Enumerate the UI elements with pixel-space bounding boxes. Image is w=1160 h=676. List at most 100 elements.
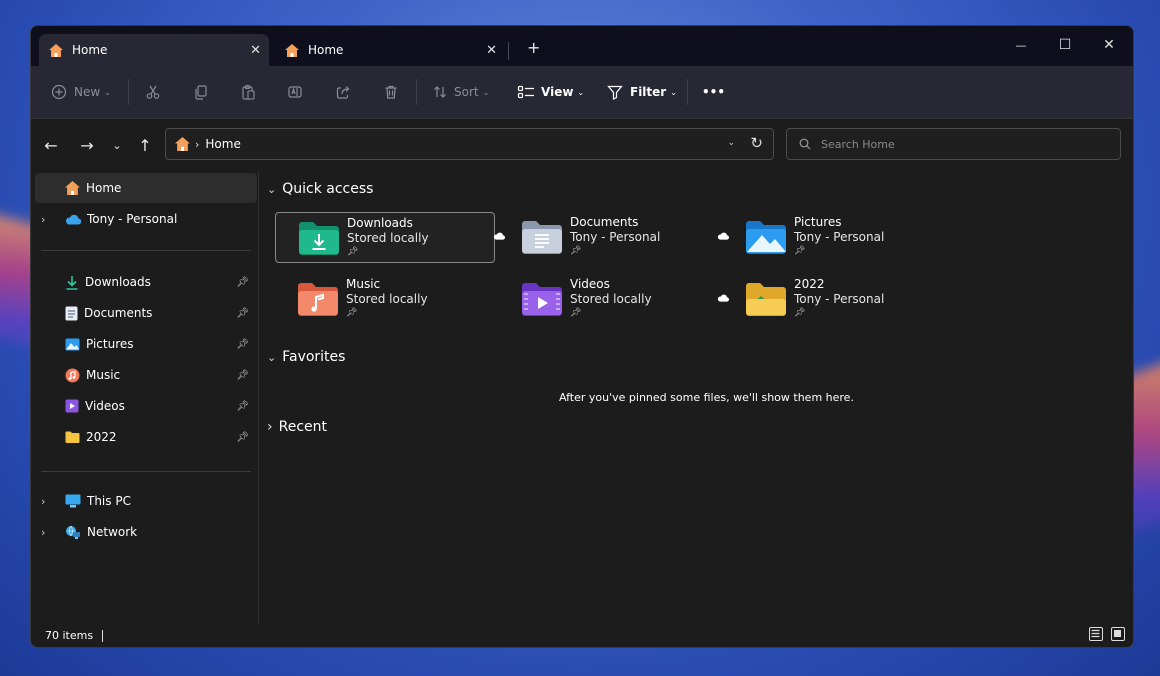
tab-home-2[interactable]: Home ✕ <box>275 34 505 66</box>
sort-button[interactable]: Sort ⌄ <box>432 80 489 104</box>
sidebar-item-2022[interactable]: 2022 📌︎ <box>35 422 257 452</box>
paste-button[interactable] <box>240 80 256 104</box>
quick-access-2022[interactable]: 2022 Tony - Personal 📌︎ <box>717 274 943 325</box>
rename-button[interactable] <box>287 80 303 104</box>
close-tab-icon[interactable]: ✕ <box>250 43 261 58</box>
home-icon <box>49 43 63 57</box>
tile-name: Downloads <box>347 216 413 230</box>
minimize-button[interactable]: — <box>1001 32 1041 58</box>
pin-icon[interactable]: 📌︎ <box>236 401 249 412</box>
sidebar-item-label: This PC <box>87 494 131 508</box>
cmd-separator <box>416 79 417 105</box>
recent-header[interactable]: › Recent <box>267 419 327 435</box>
quick-access-documents[interactable]: Documents Tony - Personal 📌︎ <box>493 212 719 263</box>
sidebar-item-network[interactable]: › Network <box>35 517 257 547</box>
sidebar-item-this-pc[interactable]: › This PC <box>35 486 257 516</box>
chevron-right-icon[interactable]: › <box>41 495 45 508</box>
pin-icon[interactable]: 📌︎ <box>236 277 249 288</box>
sidebar-item-label: Music <box>86 368 121 382</box>
search-box[interactable] <box>786 128 1121 160</box>
cut-button[interactable] <box>145 80 161 104</box>
pin-icon[interactable]: 📌︎ <box>236 339 249 350</box>
quick-access-downloads[interactable]: Downloads Stored locally 📌︎ <box>275 212 495 263</box>
chevron-down-icon: ⌄ <box>267 182 277 196</box>
sidebar-item-label: Home <box>86 181 122 195</box>
tile-name: Videos <box>570 277 610 291</box>
list-lines-icon <box>1091 629 1100 638</box>
pane-divider[interactable] <box>258 171 259 624</box>
tile-location: Tony - Personal <box>794 292 885 306</box>
share-icon <box>336 86 350 99</box>
folder-icon <box>65 431 80 443</box>
more-options-button[interactable]: ••• <box>702 80 725 104</box>
view-icon <box>517 85 534 99</box>
maximize-button[interactable]: ☐ <box>1045 32 1085 58</box>
status-bar: 70 items <box>31 624 1133 647</box>
sidebar-item-music[interactable]: Music 📌︎ <box>35 360 257 390</box>
home-icon <box>285 43 299 57</box>
sidebar-item-downloads[interactable]: Downloads 📌︎ <box>35 267 257 297</box>
cloud-icon <box>717 294 729 302</box>
breadcrumb-home[interactable]: Home <box>205 137 240 151</box>
delete-button[interactable] <box>383 80 399 104</box>
video-icon <box>65 399 79 413</box>
quick-access-pictures[interactable]: Pictures Tony - Personal 📌︎ <box>717 212 943 263</box>
sidebar-item-pictures[interactable]: Pictures 📌︎ <box>35 329 257 359</box>
pictures-folder-icon <box>746 221 786 254</box>
new-button[interactable]: New ⌄ <box>51 80 111 104</box>
up-button[interactable]: ↑ <box>133 133 157 157</box>
chevron-right-icon[interactable]: › <box>41 213 45 226</box>
item-count: 70 items <box>45 629 94 642</box>
sidebar-item-videos[interactable]: Videos 📌︎ <box>35 391 257 421</box>
chevron-down-icon: ⌄ <box>104 87 111 97</box>
filter-icon <box>607 85 623 100</box>
download-icon <box>66 275 78 290</box>
pin-icon: 📌︎ <box>570 246 582 256</box>
sidebar-item-label: Network <box>87 525 138 539</box>
pin-icon: 📌︎ <box>346 308 358 318</box>
favorites-header[interactable]: ⌄ Favorites <box>267 349 345 365</box>
sidebar-item-onedrive[interactable]: › Tony - Personal <box>35 204 257 234</box>
quick-access-videos[interactable]: Videos Stored locally 📌︎ <box>499 274 719 325</box>
pin-icon: 📌︎ <box>347 247 359 257</box>
recent-locations-button[interactable]: ⌄ <box>105 133 129 157</box>
favorites-empty-message: After you've pinned some files, we'll sh… <box>559 391 854 404</box>
quick-access-music[interactable]: Music Stored locally 📌︎ <box>275 274 495 325</box>
forward-button[interactable]: → <box>75 133 99 157</box>
pin-icon[interactable]: 📌︎ <box>236 432 249 443</box>
scissors-icon <box>146 85 160 99</box>
breadcrumb-separator-icon: › <box>195 137 200 151</box>
cmd-separator <box>128 79 129 105</box>
new-tab-icon[interactable]: + <box>527 38 540 57</box>
close-icon: ✕ <box>1103 37 1115 53</box>
view-button[interactable]: View ⌄ <box>517 80 584 104</box>
sidebar-item-documents[interactable]: Documents 📌︎ <box>35 298 257 328</box>
tile-name: 2022 <box>794 277 825 291</box>
back-button[interactable]: ← <box>39 133 63 157</box>
search-input[interactable] <box>819 136 1103 152</box>
chevron-down-icon[interactable]: ⌄ <box>727 138 735 148</box>
pin-icon[interactable]: 📌︎ <box>236 308 249 319</box>
search-icon <box>799 138 811 150</box>
details-view-icon[interactable] <box>1089 627 1103 641</box>
close-window-button[interactable]: ✕ <box>1089 32 1129 58</box>
copy-button[interactable] <box>193 80 209 104</box>
home-icon <box>175 137 190 151</box>
sidebar-item-home[interactable]: Home <box>35 173 257 203</box>
pin-icon[interactable]: 📌︎ <box>236 370 249 381</box>
refresh-icon[interactable]: ↻ <box>750 134 763 152</box>
tile-location: Stored locally <box>570 292 652 306</box>
copy-icon <box>195 85 207 100</box>
navigation-pane: Home › Tony - Personal Downloads 📌︎ Docu… <box>31 171 259 624</box>
tab-home-1[interactable]: Home ✕ <box>39 34 269 66</box>
chevron-right-icon[interactable]: › <box>41 526 45 539</box>
filter-button[interactable]: Filter ⌄ <box>607 80 677 104</box>
network-icon <box>66 525 80 539</box>
address-bar[interactable]: › Home ⌄ ↻ <box>165 128 774 160</box>
close-tab-icon[interactable]: ✕ <box>486 43 497 58</box>
quick-access-header[interactable]: ⌄ Quick access <box>267 181 373 197</box>
file-explorer-window: Home ✕ Home ✕ + — ☐ ✕ New ⌄ Sort ⌄ View … <box>30 25 1134 648</box>
share-button[interactable] <box>335 80 351 104</box>
sidebar-item-label: Tony - Personal <box>87 212 178 226</box>
tiles-view-icon[interactable] <box>1111 627 1125 641</box>
